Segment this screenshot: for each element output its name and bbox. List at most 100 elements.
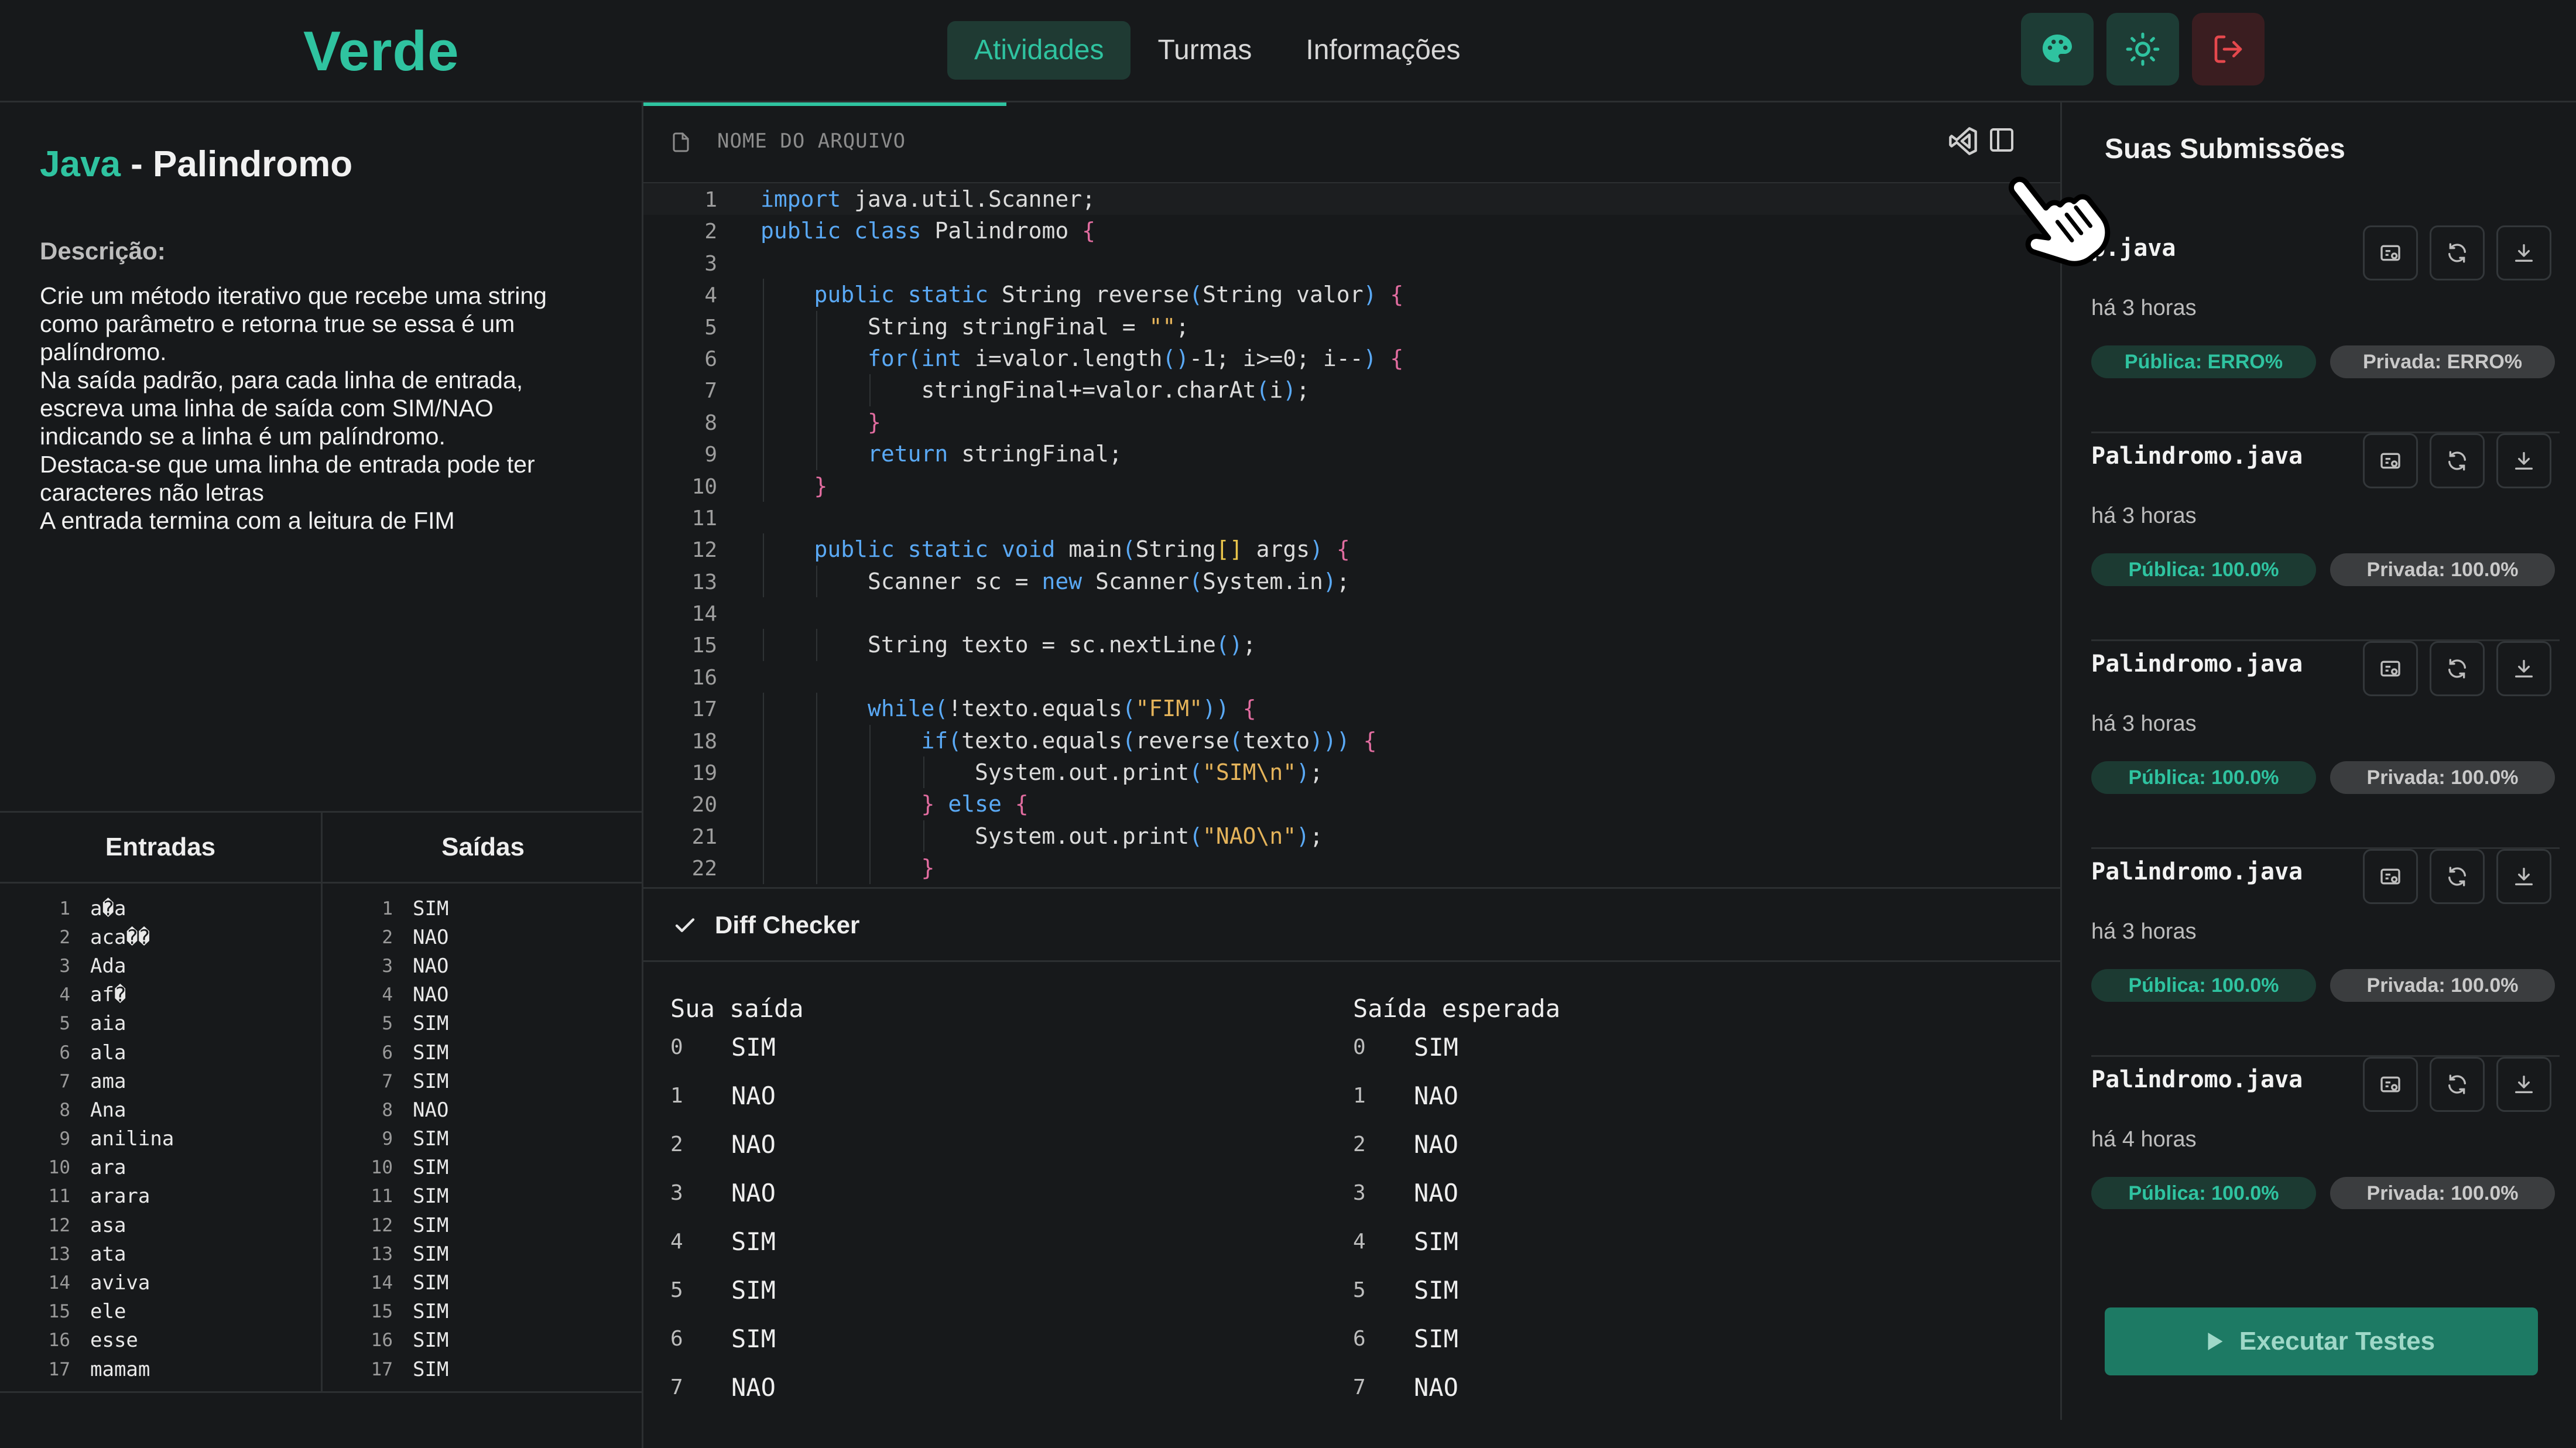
nav-turmas[interactable]: Turmas <box>1131 21 1279 80</box>
line-number: 11 <box>48 1186 70 1207</box>
view-output-button[interactable] <box>2363 1057 2418 1112</box>
run-tests-button[interactable]: Executar Testes <box>2105 1307 2538 1375</box>
nav-informacoes[interactable]: Informações <box>1279 21 1487 80</box>
theme-palette-button[interactable] <box>2021 13 2094 85</box>
output-row: 14 SIM <box>323 1268 643 1297</box>
private-score-badge: Privada: 100.0% <box>2330 969 2555 1002</box>
line-number: 2 <box>704 220 717 244</box>
code-text: } else { <box>921 791 1029 817</box>
view-output-button[interactable] <box>2363 641 2418 696</box>
line-number: 10 <box>48 1157 70 1179</box>
expected-output-row: 7 NAO <box>1353 1370 1938 1398</box>
indent-guide <box>763 406 764 439</box>
code-area[interactable]: 1 import java.util.Scanner; 2 public class … <box>643 183 2060 886</box>
reload-icon <box>2448 1074 2466 1094</box>
input-row: 17 mamam <box>0 1355 321 1384</box>
row-index: 1 <box>1353 1084 1366 1108</box>
line-number: 13 <box>48 1243 70 1265</box>
check-icon <box>675 918 695 932</box>
private-score-badge: Privada: 100.0% <box>2330 1177 2555 1209</box>
diff-header[interactable]: Diff Checker <box>643 889 2060 962</box>
expected-output-row: 5 SIM <box>1353 1272 1938 1321</box>
public-score-badge: Pública: 100.0% <box>2091 969 2316 1002</box>
line-number: 5 <box>382 1013 393 1035</box>
reload-submission-button[interactable] <box>2430 225 2485 280</box>
view-output-icon <box>2380 660 2400 677</box>
view-output-button[interactable] <box>2363 433 2418 488</box>
your-output-row: 5 SIM <box>670 1272 1256 1321</box>
submission-actions <box>2363 849 2551 904</box>
public-score-badge: Pública: ERRO% <box>2091 345 2316 378</box>
view-output-button[interactable] <box>2363 849 2418 904</box>
code-line: 21 System.out.print("NAO\n"); <box>643 820 2060 853</box>
expected-output-value: NAO <box>1414 1179 1458 1207</box>
submission-time: há 4 horas <box>2091 1127 2197 1152</box>
reload-submission-button[interactable] <box>2430 641 2485 696</box>
input-value: aviva <box>90 1271 150 1295</box>
expected-output-value: SIM <box>1414 1033 1458 1062</box>
download-submission-button[interactable] <box>2496 641 2551 696</box>
your-output-label: Sua saída <box>670 994 804 1023</box>
submission-time: há 3 horas <box>2091 711 2197 736</box>
row-index: 7 <box>1353 1375 1366 1398</box>
filename-input[interactable]: NOME DO ARQUIVO <box>717 129 906 153</box>
reload-submission-button[interactable] <box>2430 849 2485 904</box>
indent-guide <box>869 820 871 853</box>
code-text: } <box>868 409 881 435</box>
input-row: 2 aca�� <box>0 923 321 951</box>
reload-submission-button[interactable] <box>2430 433 2485 488</box>
download-submission-button[interactable] <box>2496 225 2551 280</box>
submissions-title: Suas Submissões <box>2105 133 2345 165</box>
file-icon <box>673 132 689 152</box>
vscode-icon[interactable] <box>1948 126 1978 156</box>
output-value: NAO <box>413 983 449 1007</box>
expected-output-value: NAO <box>1414 1130 1458 1159</box>
active-tab-indicator <box>643 102 1006 106</box>
your-output-row: 3 NAO <box>670 1175 1256 1224</box>
download-submission-button[interactable] <box>2496 433 2551 488</box>
line-number: 17 <box>691 697 717 722</box>
input-value: Ana <box>90 1098 126 1122</box>
input-row: 12 asa <box>0 1211 321 1240</box>
submissions-list[interactable]: p.java há 3 horas Pública: ERRO% Privada: E… <box>2091 225 2560 1209</box>
reload-submission-button[interactable] <box>2430 1057 2485 1112</box>
submission-item: Palindromo.java há 3 horas Pública: 100.0%… <box>2091 433 2560 641</box>
line-number: 19 <box>691 761 717 786</box>
view-output-icon <box>2380 453 2400 469</box>
inputs-list[interactable]: 1 a�a 2 aca�� 3 Ada 4 af� 5 aia 6 ala 7 ama 8 Ana 9 anili… <box>0 884 321 1392</box>
indent-guide <box>763 724 764 757</box>
expected-output-value: NAO <box>1414 1373 1458 1398</box>
code-line: 16 <box>643 661 2060 693</box>
code-line: 7 stringFinal+=valor.charAt(i); <box>643 374 2060 406</box>
row-index: 6 <box>1353 1327 1366 1351</box>
line-number: 6 <box>704 347 717 371</box>
light-mode-button[interactable] <box>2106 13 2179 85</box>
sun-icon <box>2126 32 2160 66</box>
problem-language: Java <box>40 144 121 184</box>
line-number: 7 <box>59 1070 70 1092</box>
submission-filename: Palindromo.java <box>2091 651 2303 677</box>
input-row: 15 ele <box>0 1298 321 1326</box>
output-row: 1 SIM <box>323 894 643 923</box>
download-submission-button[interactable] <box>2496 1057 2551 1112</box>
download-submission-button[interactable] <box>2496 849 2551 904</box>
input-row: 13 ata <box>0 1240 321 1268</box>
logo-text: Verde <box>303 20 460 83</box>
line-number: 17 <box>371 1358 393 1380</box>
output-row: 8 NAO <box>323 1096 643 1124</box>
input-row: 11 arara <box>0 1182 321 1211</box>
nav-atividades[interactable]: Atividades <box>947 21 1131 80</box>
description-label: Descrição: <box>40 237 166 265</box>
indent-guide <box>763 756 764 789</box>
output-value: SIM <box>413 1271 449 1295</box>
output-row: 3 NAO <box>323 951 643 980</box>
line-number: 14 <box>371 1272 393 1294</box>
input-value: af� <box>90 983 126 1007</box>
view-output-button[interactable] <box>2363 225 2418 280</box>
line-number: 9 <box>382 1128 393 1150</box>
row-index: 6 <box>670 1327 683 1351</box>
outputs-list[interactable]: 1 SIM 2 NAO 3 NAO 4 NAO 5 SIM 6 SIM 7 SIM 8 NAO 9 SIM 10 SI… <box>323 884 643 1392</box>
logout-button[interactable] <box>2192 13 2265 85</box>
output-value: SIM <box>413 1185 449 1209</box>
logo[interactable]: Verde <box>303 16 460 87</box>
